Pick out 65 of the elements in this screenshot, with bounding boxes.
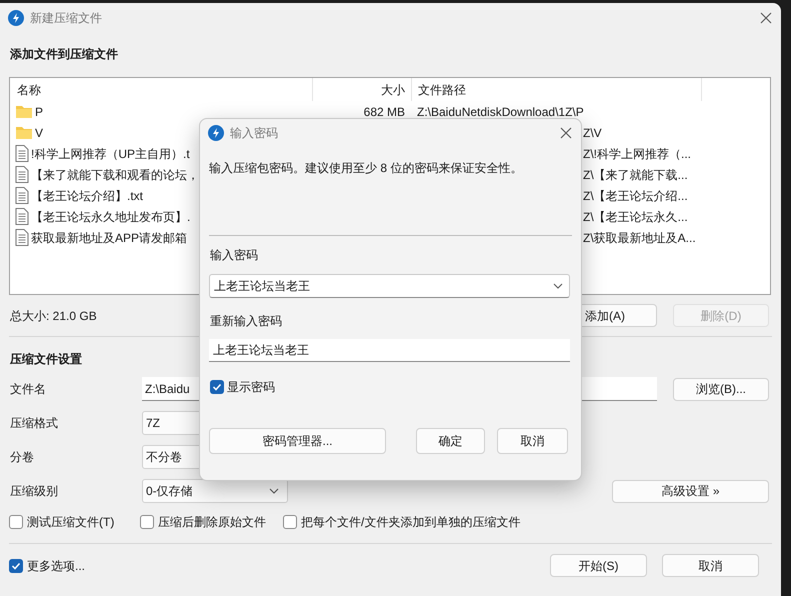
- document-icon: [15, 166, 29, 183]
- file-size: 682 MB: [364, 104, 405, 118]
- total-size-label: 总大小: 21.0 GB: [10, 308, 97, 324]
- field-label: 分卷: [10, 449, 35, 466]
- button[interactable]: 确定: [416, 428, 485, 454]
- file-name[interactable]: !科学上网推荐（UP主自用）.t: [31, 144, 190, 162]
- file-path: Z\【来了就能下载...: [583, 168, 688, 182]
- checkmark-icon: [212, 382, 222, 392]
- column-header[interactable]: 大小: [312, 78, 411, 101]
- checkbox-label[interactable]: 更多选项...: [27, 556, 86, 574]
- field-label: 压缩级别: [10, 483, 59, 500]
- document-icon: [15, 187, 29, 204]
- file-name[interactable]: 获取最新地址及APP请发邮箱: [31, 228, 188, 246]
- password-combobox[interactable]: 上老王论坛当老王: [209, 274, 570, 298]
- button[interactable]: 取消: [497, 428, 568, 454]
- checkbox[interactable]: [210, 380, 224, 394]
- button[interactable]: 开始(S): [550, 554, 647, 577]
- chevron-down-icon: [269, 488, 279, 494]
- level-dropdown[interactable]: 0-仅存储: [142, 479, 288, 503]
- checkbox[interactable]: [140, 515, 154, 529]
- file-name[interactable]: 【老王论坛永久地址发布页】.: [31, 208, 190, 226]
- checkbox-label[interactable]: 压缩后删除原始文件: [158, 513, 266, 531]
- file-path: Z\!科学上网推荐（...: [583, 146, 691, 160]
- section-heading: 添加文件到压缩文件: [10, 46, 119, 62]
- chevron-down-icon: [553, 283, 563, 289]
- app-logo-icon: [208, 125, 224, 141]
- checkbox[interactable]: [9, 558, 23, 572]
- checkbox-label[interactable]: 测试压缩文件(T): [27, 513, 114, 531]
- file-path: Z:\BaiduNetdiskDownload\1Z\P: [417, 104, 584, 118]
- repeat-password-field[interactable]: 上老王论坛当老王: [209, 339, 570, 362]
- window-title: 新建压缩文件: [30, 10, 102, 26]
- button[interactable]: 取消: [662, 554, 759, 577]
- dialog-description: 输入压缩包密码。建议使用至少 8 位的密码来保证安全性。: [209, 160, 524, 176]
- field-label: 文件名: [10, 381, 47, 398]
- button[interactable]: 浏览(B)...: [673, 378, 769, 400]
- close-icon[interactable]: [560, 127, 572, 139]
- field-label: 重新输入密码: [210, 313, 283, 329]
- app-logo-icon: [8, 10, 24, 26]
- dialog-title: 输入密码: [230, 125, 278, 142]
- column-header[interactable]: 文件路径: [411, 78, 701, 101]
- button[interactable]: 高级设置 »: [612, 480, 769, 502]
- file-name[interactable]: 【来了就能下载和观看的论坛，: [31, 166, 199, 184]
- section-heading: 压缩文件设置: [10, 351, 83, 367]
- file-path: Z\V: [583, 126, 602, 140]
- checkmark-icon: [11, 560, 21, 570]
- document-icon: [15, 229, 29, 246]
- checkbox[interactable]: [9, 515, 23, 529]
- button[interactable]: 密码管理器...: [209, 428, 386, 454]
- file-path: Z\【老王论坛介绍...: [583, 188, 688, 202]
- file-path: Z\【老王论坛永久...: [583, 210, 688, 224]
- field-label: 输入密码: [210, 247, 259, 263]
- file-name[interactable]: V: [35, 124, 44, 142]
- column-header[interactable]: 名称: [10, 78, 312, 101]
- field-label: 压缩格式: [10, 415, 59, 432]
- document-icon: [15, 145, 29, 162]
- close-icon[interactable]: [760, 12, 772, 24]
- checkbox[interactable]: [283, 515, 297, 529]
- folder-icon: [15, 125, 33, 140]
- checkbox-label[interactable]: 把每个文件/文件夹添加到单独的压缩文件: [301, 513, 520, 531]
- file-path: Z\获取最新地址及A...: [583, 230, 696, 244]
- file-name[interactable]: 【老王论坛介绍】.txt: [31, 186, 144, 204]
- checkbox-label[interactable]: 显示密码: [227, 378, 275, 396]
- document-icon: [15, 208, 29, 225]
- folder-icon: [15, 104, 33, 119]
- file-name[interactable]: P: [35, 102, 44, 120]
